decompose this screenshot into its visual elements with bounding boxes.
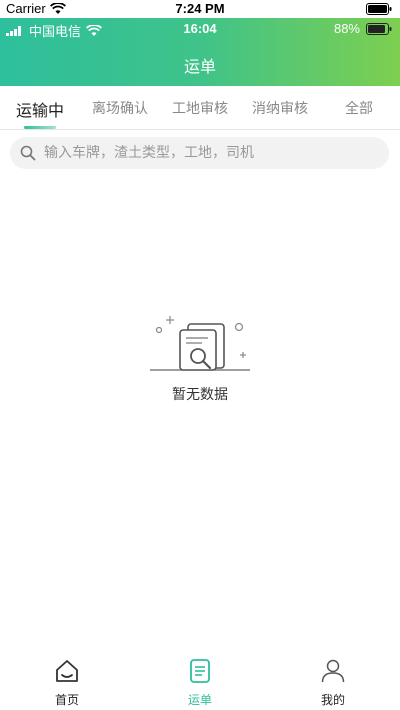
app-header: 中国电信 16:04 88% 运单 <box>0 18 400 86</box>
nav-waybill[interactable]: 运单 <box>170 658 230 708</box>
search-bar[interactable] <box>10 137 389 169</box>
waybill-icon <box>190 659 210 683</box>
nav-profile[interactable]: 我的 <box>303 658 363 708</box>
nav-home[interactable]: 首页 <box>37 658 97 708</box>
battery-percent: 88% <box>333 21 360 36</box>
tab-all[interactable]: 全部 <box>345 98 373 118</box>
profile-icon <box>321 659 345 683</box>
home-icon <box>56 660 78 682</box>
active-tab-indicator <box>24 126 56 129</box>
nav-profile-label: 我的 <box>320 693 345 707</box>
nav-home-label: 首页 <box>54 693 79 707</box>
battery-icon <box>366 3 392 18</box>
empty-state: 暂无数据 <box>0 312 400 404</box>
nav-waybill-label: 运单 <box>187 693 212 707</box>
device-status-bar: 中国电信 16:04 88% <box>0 18 400 40</box>
page-title: 运单 <box>183 57 216 76</box>
simulator-status-bar: Carrier 7:24 PM <box>0 0 400 18</box>
tab-in-transit[interactable]: 运输中 <box>16 97 64 121</box>
device-battery-group: 88% <box>334 21 392 36</box>
search-icon <box>20 145 36 161</box>
tab-disposal-review[interactable]: 消纳审核 <box>252 98 308 118</box>
tab-departure-confirm[interactable]: 离场确认 <box>92 98 148 118</box>
status-tabs: 运输中 离场确认 工地审核 消纳审核 全部 <box>0 86 400 130</box>
tab-site-review[interactable]: 工地审核 <box>172 98 228 118</box>
battery-icon <box>366 22 392 35</box>
simulator-time: 7:24 PM <box>175 1 225 16</box>
bottom-navigation: 首页 运单 我的 <box>0 650 400 710</box>
empty-document-search-icon <box>150 316 250 371</box>
search-input[interactable] <box>44 145 364 161</box>
empty-state-text: 暂无数据 <box>172 387 228 403</box>
